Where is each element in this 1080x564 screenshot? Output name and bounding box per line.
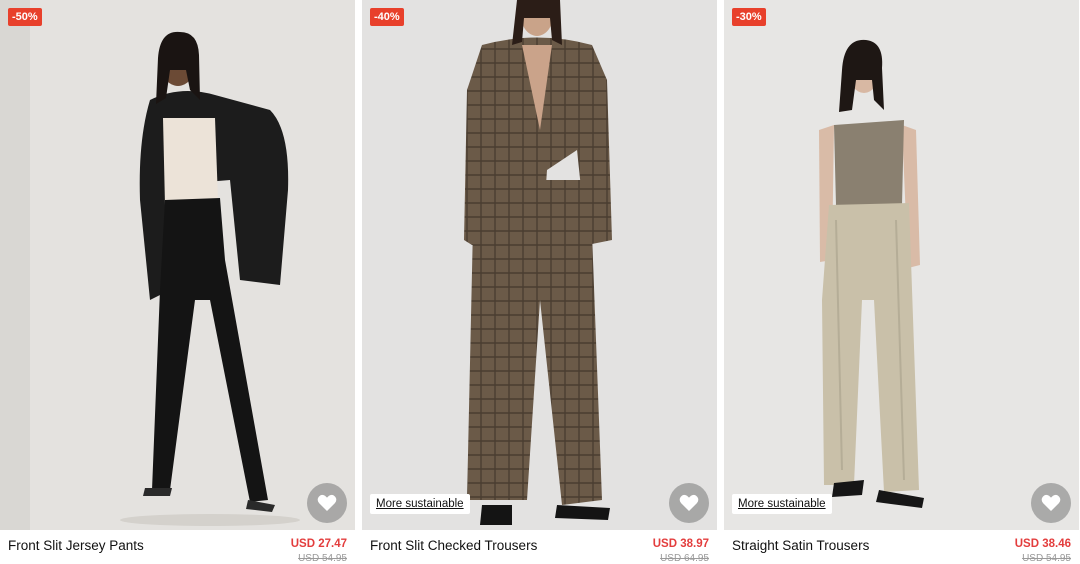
- product-image[interactable]: -30% More sustainable: [724, 0, 1079, 530]
- product-grid: -50% Front Slit Jersey Pants USD 27.47 U…: [0, 0, 1080, 564]
- sale-price: USD 27.47: [290, 538, 347, 550]
- product-name[interactable]: Straight Satin Trousers: [732, 538, 869, 553]
- product-info: Front Slit Checked Trousers USD 38.97 US…: [362, 530, 717, 564]
- product-image[interactable]: -40% More sustainable: [362, 0, 717, 530]
- sustainable-label[interactable]: More sustainable: [370, 494, 470, 514]
- product-card[interactable]: -50% Front Slit Jersey Pants USD 27.47 U…: [0, 0, 355, 564]
- wishlist-button[interactable]: [669, 483, 709, 523]
- original-price: USD 54.95: [1022, 553, 1071, 564]
- wishlist-button[interactable]: [1031, 483, 1071, 523]
- original-price: USD 64.95: [660, 553, 709, 564]
- discount-badge: -50%: [8, 8, 42, 26]
- wishlist-button[interactable]: [307, 483, 347, 523]
- product-info: Front Slit Jersey Pants USD 27.47 USD 54…: [0, 530, 355, 564]
- heart-icon: [317, 494, 337, 512]
- product-card[interactable]: -30% More sustainable Straight Satin Tro…: [724, 0, 1079, 564]
- sale-price: USD 38.46: [1014, 538, 1071, 550]
- product-name[interactable]: Front Slit Jersey Pants: [8, 538, 144, 553]
- sustainable-label[interactable]: More sustainable: [732, 494, 832, 514]
- product-card[interactable]: -40% More sustainable Front Slit Checked…: [362, 0, 717, 564]
- discount-badge: -40%: [370, 8, 404, 26]
- heart-icon: [679, 494, 699, 512]
- product-image[interactable]: -50%: [0, 0, 355, 530]
- sale-price: USD 38.97: [652, 538, 709, 550]
- product-info: Straight Satin Trousers USD 38.46 USD 54…: [724, 530, 1079, 564]
- heart-icon: [1041, 494, 1061, 512]
- product-name[interactable]: Front Slit Checked Trousers: [370, 538, 537, 553]
- discount-badge: -30%: [732, 8, 766, 26]
- original-price: USD 54.95: [298, 553, 347, 564]
